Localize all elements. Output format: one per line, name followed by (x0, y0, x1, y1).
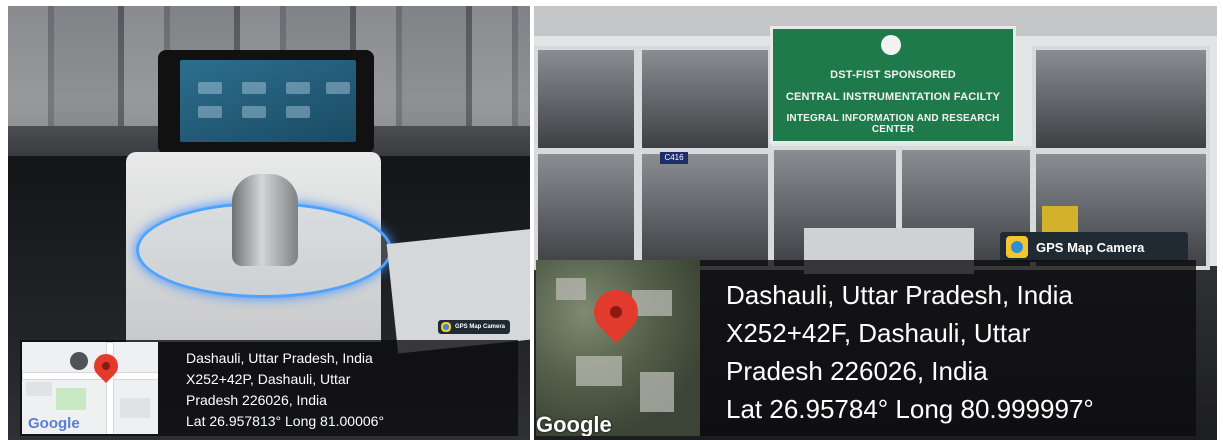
address-line: Dashauli, Uttar Pradesh, India (186, 350, 373, 366)
tablet-tile (198, 106, 222, 118)
sign-line: INTEGRAL INFORMATION AND RESEARCH CENTER (786, 113, 1000, 135)
paper-sheet (386, 228, 530, 354)
gps-map-camera-badge: GPS Map Camera (1000, 232, 1188, 262)
window-pane (638, 46, 772, 152)
coordinates-text: Lat 26.95784° Long 80.999997° (726, 394, 1094, 424)
tablet-tile (326, 82, 350, 94)
satellite-map-thumbnail: Google (536, 260, 700, 436)
map-thumbnail: Google (22, 342, 158, 434)
map-building (120, 398, 150, 418)
window-pane (1032, 46, 1210, 152)
tablet-tile (242, 106, 266, 118)
tablet-tile (198, 82, 222, 94)
window-pane (638, 150, 772, 270)
gps-badge-label: GPS Map Camera (1036, 239, 1145, 255)
window-pane (534, 46, 638, 152)
address-line: Pradesh 226026, India (186, 392, 327, 408)
location-info-panel: Google Dashauli, Uttar Pradesh, India X2… (536, 260, 1196, 436)
location-info-panel: Google Dashauli, Uttar Pradesh, India X2… (20, 340, 518, 436)
address-line: Pradesh 226026, India (726, 356, 988, 386)
map-road (22, 372, 158, 380)
gps-map-camera-badge: GPS Map Camera (438, 320, 510, 334)
facility-sign: DST-FIST SPONSORED CENTRAL INSTRUMENTATI… (770, 26, 1016, 144)
address-block: Dashauli, Uttar Pradesh, India X252+42F,… (726, 276, 1094, 428)
map-person-icon (70, 352, 88, 370)
gps-camera-icon (1006, 236, 1028, 258)
gps-camera-icon (441, 322, 451, 332)
tablet-screen (180, 60, 356, 142)
address-line: X252+42P, Dashauli, Uttar (186, 371, 351, 387)
google-attribution: Google (536, 412, 612, 436)
tablet-tile (286, 82, 310, 94)
gps-badge-label: GPS Map Camera (455, 324, 506, 330)
room-number-tag: C416 (660, 152, 688, 164)
map-building (556, 278, 586, 300)
window-pane (534, 150, 638, 270)
address-line: Dashauli, Uttar Pradesh, India (726, 280, 1073, 310)
right-photo: DST-FIST SPONSORED CENTRAL INSTRUMENTATI… (534, 6, 1217, 440)
coordinates-text: Lat 26.957813° Long 81.00006° (186, 413, 385, 429)
left-photo: GPS Map Camera Google Dashauli, Uttar Pr… (8, 6, 530, 440)
map-park (56, 388, 86, 410)
tablet-tile (242, 82, 266, 94)
address-line: X252+42F, Dashauli, Uttar (726, 318, 1031, 348)
sample-arm (232, 174, 298, 266)
map-building (576, 356, 622, 386)
institute-logo-icon (881, 35, 901, 55)
map-building (26, 382, 52, 396)
google-attribution: Google (28, 415, 80, 432)
sign-line: DST-FIST SPONSORED (830, 69, 956, 81)
instrument-tablet (158, 50, 374, 154)
map-building (640, 372, 674, 412)
sign-line: CENTRAL INSTRUMENTATION FACILTY (785, 91, 1001, 103)
address-block: Dashauli, Uttar Pradesh, India X252+42P,… (186, 348, 384, 432)
tablet-tile (286, 106, 310, 118)
